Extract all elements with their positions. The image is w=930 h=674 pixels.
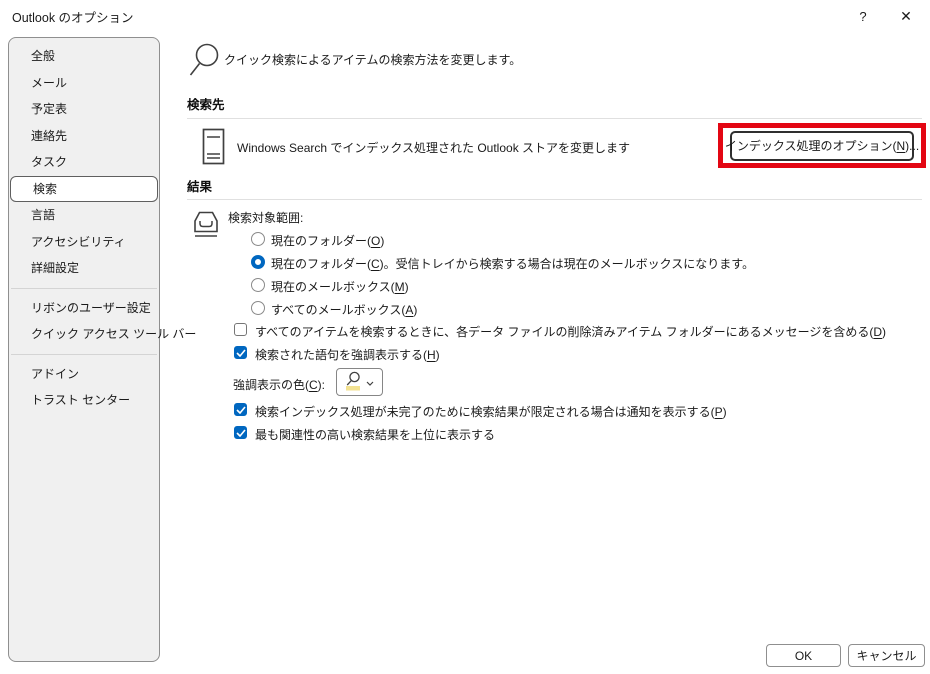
- radio-current-mailbox[interactable]: [251, 278, 265, 292]
- scope-label: 検索対象範囲:: [228, 209, 303, 226]
- chevron-down-icon: [366, 375, 374, 389]
- checkbox-most-relevant-on-top[interactable]: [234, 426, 247, 439]
- outlook-options-dialog: Outlook のオプション ? ✕ 全般 メール 予定表 連絡先 タスク 検索…: [0, 0, 930, 674]
- ok-button[interactable]: OK: [766, 644, 841, 667]
- checkbox-label-highlight-search-terms[interactable]: 検索された語句を強調表示する(H): [255, 346, 440, 363]
- radio-label-all-mailboxes[interactable]: すべてのメールボックス(A): [271, 301, 417, 318]
- checkbox-label-most-relevant-on-top[interactable]: 最も関連性の高い検索結果を上位に表示する: [255, 426, 495, 443]
- sidebar-item-quick-access-toolbar[interactable]: クイック アクセス ツール バー: [9, 321, 159, 348]
- sidebar-item-calendar[interactable]: 予定表: [9, 96, 159, 123]
- sidebar-item-addins[interactable]: アドイン: [9, 361, 159, 388]
- sidebar-item-contacts[interactable]: 連絡先: [9, 123, 159, 150]
- options-sidebar: 全般 メール 予定表 連絡先 タスク 検索 言語 アクセシビリティ 詳細設定 リ…: [8, 37, 160, 662]
- inbox-tray-icon: [190, 209, 222, 245]
- highlight-color-label: 強調表示の色(C):: [233, 376, 325, 393]
- intro-text: クイック検索によるアイテムの検索方法を変更します。: [224, 51, 521, 68]
- section-heading-results: 結果: [187, 176, 212, 195]
- radio-all-mailboxes[interactable]: [251, 301, 265, 315]
- sidebar-item-trust-center[interactable]: トラスト センター: [9, 387, 159, 414]
- checkbox-highlight-search-terms[interactable]: [234, 346, 247, 359]
- radio-label-current-folder-c[interactable]: 現在のフォルダー(C)。受信トレイから検索する場合は現在のメールボックスになりま…: [271, 255, 754, 272]
- dialog-title: Outlook のオプション: [12, 7, 134, 26]
- search-icon: [188, 42, 220, 81]
- button-label: インデックス処理のオプション(: [725, 137, 897, 154]
- checkbox-notify-incomplete-index[interactable]: [234, 403, 247, 416]
- sidebar-item-customize-ribbon[interactable]: リボンのユーザー設定: [9, 295, 159, 322]
- button-label-suffix: )...: [905, 139, 919, 153]
- highlight-color-dropdown[interactable]: [336, 368, 383, 396]
- checkbox-label-include-deleted-items[interactable]: すべてのアイテムを検索するときに、各データ ファイルの削除済みアイテム フォルダ…: [255, 323, 886, 340]
- radio-current-folder-o[interactable]: [251, 232, 265, 246]
- checkbox-include-deleted-items[interactable]: [234, 323, 247, 336]
- highlight-color-swatch-icon: [345, 371, 362, 394]
- sidebar-item-search[interactable]: 検索: [10, 176, 158, 203]
- radio-label-current-mailbox[interactable]: 現在のメールボックス(M): [271, 278, 409, 295]
- section-divider: [187, 199, 922, 200]
- sidebar-item-mail[interactable]: メール: [9, 70, 159, 97]
- checkbox-label-notify-incomplete-index[interactable]: 検索インデックス処理が未完了のために検索結果が限定される場合は通知を表示する(P…: [255, 403, 727, 420]
- sidebar-item-general[interactable]: 全般: [9, 43, 159, 70]
- section-divider: [187, 118, 922, 119]
- section-heading-search-source: 検索先: [187, 94, 225, 113]
- sidebar-item-tasks[interactable]: タスク: [9, 149, 159, 176]
- radio-current-folder-c[interactable]: [251, 255, 265, 269]
- sidebar-item-accessibility[interactable]: アクセシビリティ: [9, 229, 159, 256]
- radio-label-current-folder-o[interactable]: 現在のフォルダー(O): [271, 232, 384, 249]
- sidebar-divider: [11, 354, 157, 355]
- annotation-highlight-box: インデックス処理のオプション(N)...: [718, 123, 926, 168]
- outlook-store-icon: [202, 128, 225, 168]
- button-mnemonic: N: [896, 139, 905, 153]
- close-icon[interactable]: ✕: [889, 4, 923, 28]
- sidebar-item-advanced[interactable]: 詳細設定: [9, 255, 159, 282]
- windows-search-description: Windows Search でインデックス処理された Outlook ストアを…: [237, 139, 630, 156]
- indexing-options-button[interactable]: インデックス処理のオプション(N)...: [730, 131, 914, 161]
- sidebar-item-language[interactable]: 言語: [9, 202, 159, 229]
- cancel-button[interactable]: キャンセル: [848, 644, 925, 667]
- sidebar-divider: [11, 288, 157, 289]
- help-icon[interactable]: ?: [846, 4, 880, 28]
